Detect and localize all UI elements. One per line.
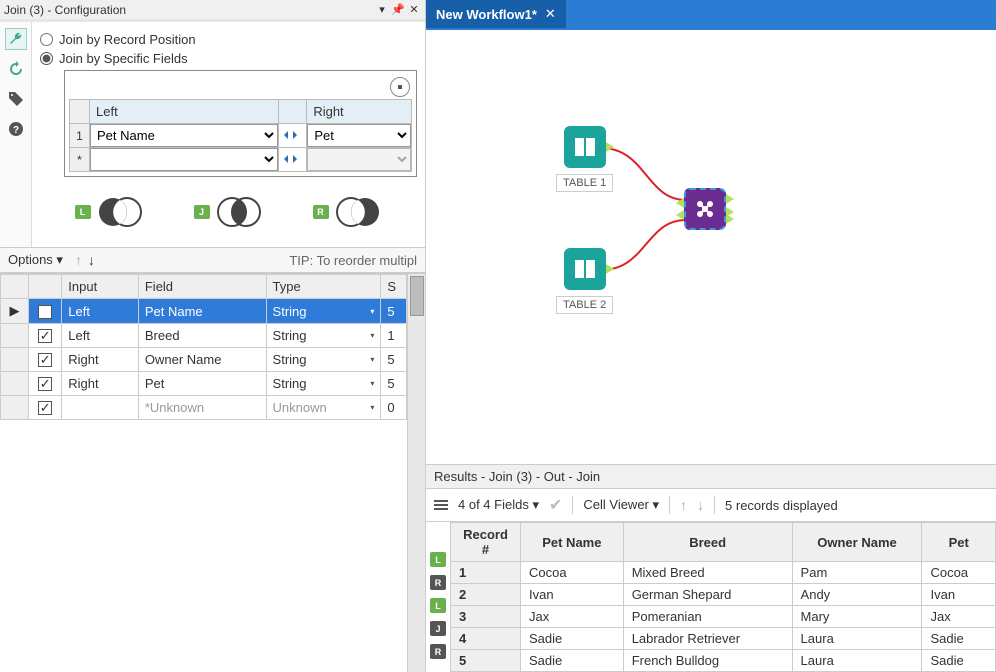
key-row-1: 1 xyxy=(70,124,90,148)
configuration-panel: Join (3) - Configuration ▾ 📌 ✕ ? Join by… xyxy=(0,0,426,672)
radio-fields-label: Join by Specific Fields xyxy=(59,51,188,66)
config-side-toolbar: ? xyxy=(0,22,32,247)
workflow-canvas[interactable]: TABLE 1 TABLE 2 xyxy=(426,30,996,464)
results-down-button[interactable]: ↓ xyxy=(697,497,704,513)
workflow-tab[interactable]: New Workflow1* ✕ xyxy=(426,0,566,28)
table1-label: TABLE 1 xyxy=(556,174,613,192)
anchor-badge[interactable]: R xyxy=(426,571,450,594)
hamburger-icon[interactable] xyxy=(434,500,448,510)
venn-left-badge: L xyxy=(75,205,91,219)
field-count-dropdown[interactable]: 4 of 4 Fields ▾ xyxy=(458,497,539,513)
left-field-select-empty[interactable] xyxy=(90,148,278,171)
radio-position-label: Join by Record Position xyxy=(59,32,196,47)
wrench-icon[interactable] xyxy=(5,28,27,50)
join-by-fields-radio[interactable]: Join by Specific Fields xyxy=(40,51,417,66)
left-column-header: Left xyxy=(90,100,279,124)
results-row[interactable]: 1CocoaMixed BreedPamCocoa xyxy=(451,562,996,584)
config-titlebar: Join (3) - Configuration ▾ 📌 ✕ xyxy=(0,0,425,22)
field-row[interactable]: ✓ Left Breed String▾ 1 xyxy=(1,324,407,348)
workflow-tabbar: New Workflow1* ✕ xyxy=(426,0,996,28)
results-header[interactable]: Breed xyxy=(623,523,792,562)
join-node[interactable] xyxy=(684,188,726,230)
results-row[interactable]: 3JaxPomeranianMaryJax xyxy=(451,606,996,628)
workflow-tab-label: New Workflow1* xyxy=(436,7,537,22)
cell-viewer-dropdown[interactable]: Cell Viewer ▾ xyxy=(583,497,659,513)
key-options-button[interactable] xyxy=(390,77,410,97)
dropdown-icon[interactable]: ▾ xyxy=(375,3,389,16)
help-icon[interactable]: ? xyxy=(5,118,27,140)
results-row[interactable]: 5SadieFrench BulldogLauraSadie xyxy=(451,650,996,672)
results-header[interactable]: Record # xyxy=(451,523,521,562)
join-by-position-radio[interactable]: Join by Record Position xyxy=(40,32,417,47)
col-input[interactable]: Input xyxy=(62,275,139,299)
field-row[interactable]: ✓ *Unknown Unknown▾ 0 xyxy=(1,396,407,420)
venn-right-badge: R xyxy=(313,205,329,219)
right-field-select[interactable]: Pet xyxy=(307,124,411,147)
tab-close-icon[interactable]: ✕ xyxy=(545,6,556,22)
results-header[interactable]: Pet xyxy=(922,523,996,562)
venn-right[interactable]: R xyxy=(313,195,383,229)
results-title: Results - Join (3) - Out - Join xyxy=(426,464,996,489)
anchor-badge[interactable]: R xyxy=(426,640,450,663)
anchor-badge[interactable]: L xyxy=(426,548,450,571)
results-header[interactable]: Owner Name xyxy=(792,523,922,562)
anchor-column: LRLJR xyxy=(426,522,450,672)
tag-icon[interactable] xyxy=(5,88,27,110)
venn-join-badge: J xyxy=(194,205,210,219)
pin-icon[interactable]: 📌 xyxy=(391,3,405,16)
left-field-select[interactable]: Pet Name xyxy=(90,124,278,147)
radio-position[interactable] xyxy=(40,33,53,46)
venn-join[interactable]: J xyxy=(194,195,264,229)
tip-text: TIP: To reorder multipl xyxy=(289,253,417,268)
close-icon[interactable]: ✕ xyxy=(407,3,421,16)
options-dropdown[interactable]: Options ▾ xyxy=(8,252,63,268)
field-grid: Input Field Type S ▶ ✓ Left Pet Name Str… xyxy=(0,274,407,672)
move-down-button[interactable]: ↓ xyxy=(88,252,95,268)
venn-output-row: L J R xyxy=(40,177,417,239)
results-up-button[interactable]: ↑ xyxy=(680,497,687,513)
results-body: LRLJR Record #Pet NameBreedOwner NamePet… xyxy=(426,522,996,672)
results-header[interactable]: Pet Name xyxy=(521,523,624,562)
col-type[interactable]: Type xyxy=(266,275,381,299)
radio-fields[interactable] xyxy=(40,52,53,65)
field-row[interactable]: ▶ ✓ Left Pet Name String▾ 5 xyxy=(1,299,407,324)
check-icon[interactable]: ✔ xyxy=(549,495,562,515)
venn-left[interactable]: L xyxy=(75,195,145,229)
results-row[interactable]: 2IvanGerman ShepardAndyIvan xyxy=(451,584,996,606)
right-field-select-empty xyxy=(307,148,411,171)
col-size[interactable]: S xyxy=(381,275,407,299)
results-toolbar: 4 of 4 Fields ▾ ✔ Cell Viewer ▾ ↑ ↓ 5 re… xyxy=(426,489,996,522)
anchor-badge[interactable]: J xyxy=(426,617,450,640)
refresh-icon[interactable] xyxy=(5,58,27,80)
swap-icon[interactable] xyxy=(284,131,302,140)
record-count-text: 5 records displayed xyxy=(725,498,838,513)
table1-node[interactable]: TABLE 1 xyxy=(556,126,613,192)
right-column-header: Right xyxy=(307,100,412,124)
table2-label: TABLE 2 xyxy=(556,296,613,314)
table2-node[interactable]: TABLE 2 xyxy=(556,248,613,314)
svg-text:?: ? xyxy=(12,125,18,136)
move-up-button[interactable]: ↑ xyxy=(75,252,82,268)
field-row[interactable]: ✓ Right Owner Name String▾ 5 xyxy=(1,348,407,372)
workspace-panel: New Workflow1* ✕ TABLE 1 TABLE 2 xyxy=(426,0,996,672)
join-key-grid: Left Right 1 Pet Name Pet * xyxy=(64,70,417,177)
swap-icon[interactable] xyxy=(284,155,302,164)
scrollbar[interactable] xyxy=(407,274,425,672)
results-row[interactable]: 4SadieLabrador RetrieverLauraSadie xyxy=(451,628,996,650)
key-row-star: * xyxy=(70,148,90,172)
field-row[interactable]: ✓ Right Pet String▾ 5 xyxy=(1,372,407,396)
results-grid: Record #Pet NameBreedOwner NamePet 1Coco… xyxy=(450,522,996,672)
anchor-badge[interactable]: L xyxy=(426,594,450,617)
col-field[interactable]: Field xyxy=(138,275,266,299)
field-options-bar: Options ▾ ↑ ↓ TIP: To reorder multipl xyxy=(0,247,425,273)
config-title-text: Join (3) - Configuration xyxy=(4,3,126,17)
